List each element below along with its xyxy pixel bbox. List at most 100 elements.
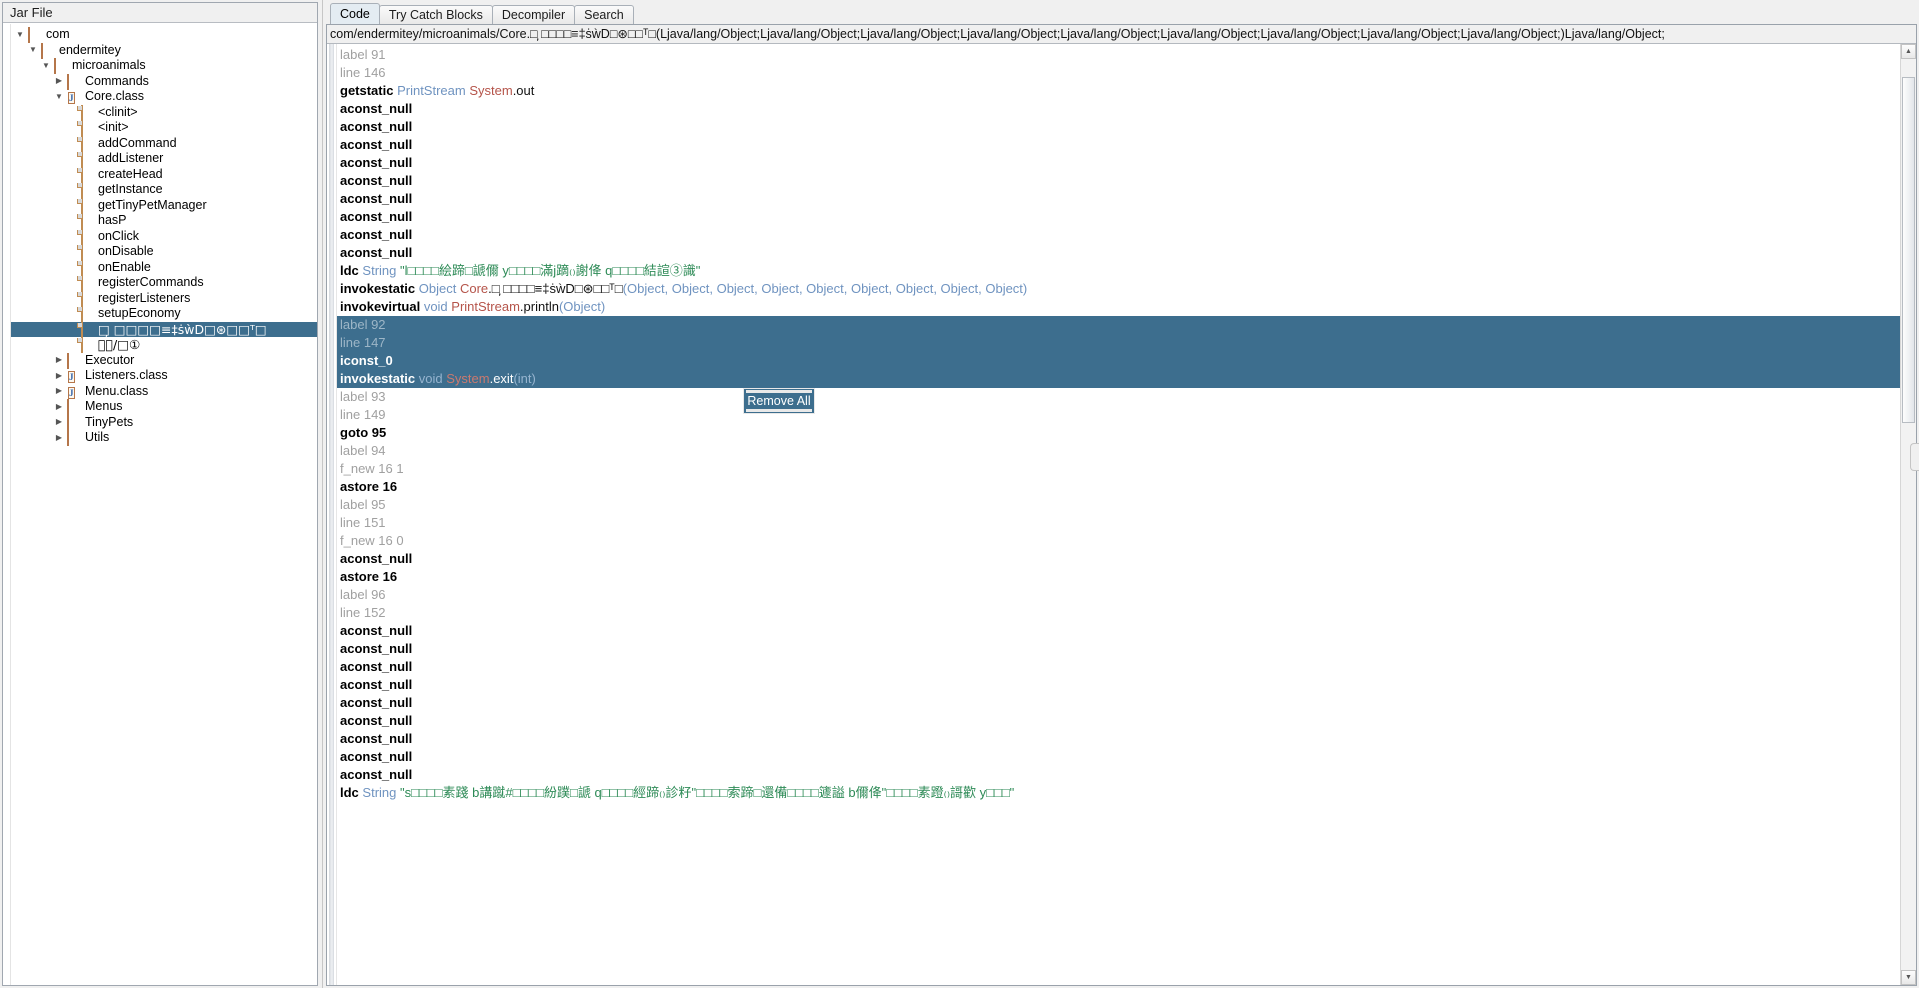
tree-node-onclick[interactable]: ▶onClick — [11, 229, 317, 245]
tree-node-core.class[interactable]: ▼ J Core.class — [11, 89, 317, 105]
tree-node-registercommands[interactable]: ▶registerCommands — [11, 275, 317, 292]
tree-node-getinstance[interactable]: ▶getInstance — [11, 182, 317, 199]
bytecode-line[interactable]: aconst_null — [337, 730, 1916, 748]
chevron-down-icon[interactable]: ▼ — [52, 92, 66, 101]
bytecode-line[interactable]: aconst_null — [337, 190, 1916, 208]
bytecode-instruction-area[interactable]: label 91 line 146 getstatic PrintStream Sy… — [327, 44, 1916, 985]
tab-search[interactable]: Search — [574, 5, 634, 24]
chevron-right-icon[interactable]: ▶ — [52, 387, 66, 395]
tree-node-ondisable[interactable]: ▶onDisable — [11, 244, 317, 261]
scroll-up-arrow[interactable]: ▲ — [1901, 44, 1916, 59]
bytecode-line[interactable]: aconst_null — [337, 118, 1916, 136]
bytecode-line[interactable]: line 152 — [337, 604, 1916, 622]
tab-code[interactable]: Code — [330, 3, 380, 24]
scrollbar-track[interactable] — [1901, 59, 1916, 970]
chevron-down-icon[interactable]: ▼ — [26, 46, 40, 54]
panel-splitter[interactable] — [320, 0, 326, 988]
jar-tree-scroll[interactable]: ▼ com ▼ endermitey ▼ microanimals ▶ Commands ▼ J C… — [3, 23, 317, 985]
tree-node-<clinit>[interactable]: ▶<clinit> — [11, 105, 317, 121]
bytecode-line[interactable]: astore 16 — [337, 568, 1916, 586]
bytecode-line[interactable]: getstatic PrintStream System.out — [337, 82, 1916, 100]
bytecode-instruction-list[interactable]: label 91 line 146 getstatic PrintStream Sy… — [337, 44, 1916, 985]
remove-all-popup[interactable]: Remove All — [743, 388, 815, 414]
tree-node-setupeconomy[interactable]: ▶setupEconomy — [11, 306, 317, 323]
tree-node--[interactable]: ▶⒫ྤ/□① — [11, 337, 317, 354]
bytecode-line[interactable]: label 93 — [337, 388, 1916, 406]
bytecode-line[interactable]: iconst_0 — [337, 352, 1916, 370]
chevron-right-icon[interactable]: ▶ — [52, 402, 66, 411]
bytecode-line[interactable]: aconst_null — [337, 136, 1916, 154]
tree-node-menu.class[interactable]: ▶ J Menu.class — [11, 384, 317, 400]
bytecode-line[interactable]: label 92 — [337, 316, 1916, 334]
bytecode-line[interactable]: aconst_null — [337, 766, 1916, 784]
tree-node-addcommand[interactable]: ▶addCommand — [11, 136, 317, 152]
tree-node-endermitey[interactable]: ▼ endermitey — [11, 43, 317, 59]
chevron-right-icon[interactable]: ▶ — [52, 418, 66, 426]
tree-node-label: onClick — [98, 228, 139, 243]
tree-node-label: □̦̦ □□□□≡‡ṡẁD□⊛□□ᵀ□ — [98, 321, 267, 337]
bytecode-line[interactable]: aconst_null — [337, 748, 1916, 766]
tree-node-addlistener[interactable]: ▶addListener — [11, 151, 317, 168]
bytecode-line[interactable]: aconst_null — [337, 226, 1916, 244]
tree-node-utils[interactable]: ▶ Utils — [11, 430, 317, 447]
bytecode-line[interactable]: label 91 — [337, 46, 1916, 64]
bytecode-line[interactable]: aconst_null — [337, 676, 1916, 694]
bytecode-line[interactable]: invokevirtual void PrintStream.println(O… — [337, 298, 1916, 316]
tree-node-tinypets[interactable]: ▶ TinyPets — [11, 415, 317, 431]
chevron-down-icon[interactable]: ▼ — [13, 30, 27, 39]
tree-node-com[interactable]: ▼ com — [11, 27, 317, 44]
bytecode-line[interactable]: aconst_null — [337, 244, 1916, 262]
bytecode-line[interactable]: aconst_null — [337, 550, 1916, 568]
bytecode-line[interactable]: aconst_null — [337, 640, 1916, 658]
bytecode-line[interactable]: invokestatic void System.exit(int) — [337, 370, 1916, 388]
bytecode-line[interactable]: invokestatic Object Core.□̦̦ □□□□≡‡ṡẁD□⊛… — [337, 280, 1916, 298]
bytecode-line[interactable]: aconst_null — [337, 100, 1916, 118]
bytecode-line[interactable]: f_new 16 1 — [337, 460, 1916, 478]
tree-node-registerlisteners[interactable]: ▶registerListeners — [11, 291, 317, 307]
code-view-tabbar[interactable]: Code Try Catch Blocks Decompiler Search — [326, 2, 1917, 24]
code-vertical-scrollbar[interactable]: ▲ ▼ — [1900, 44, 1916, 985]
chevron-right-icon[interactable]: ▶ — [52, 433, 66, 442]
tree-node-hasp[interactable]: ▶hasP — [11, 213, 317, 230]
chevron-right-icon[interactable]: ▶ — [52, 371, 66, 380]
tree-node-menus[interactable]: ▶ Menus — [11, 399, 317, 416]
scroll-down-arrow[interactable]: ▼ — [1901, 970, 1916, 985]
tree-node-<init>[interactable]: ▶<init> — [11, 120, 317, 137]
bytecode-line[interactable]: aconst_null — [337, 712, 1916, 730]
bytecode-line[interactable]: f_new 16 0 — [337, 532, 1916, 550]
chevron-right-icon[interactable]: ▶ — [52, 356, 66, 364]
tree-node-listeners.class[interactable]: ▶ J Listeners.class — [11, 368, 317, 384]
bytecode-line[interactable]: line 151 — [337, 514, 1916, 532]
scrollbar-thumb[interactable] — [1902, 77, 1915, 424]
bytecode-line[interactable]: line 149 — [337, 406, 1916, 424]
jar-tree[interactable]: ▼ com ▼ endermitey ▼ microanimals ▶ Commands ▼ J C… — [11, 24, 317, 985]
bytecode-line[interactable]: ldc String "s□□□□素踐 b講蹴#□□□□紛蹼□謕 q□□□□經蹄… — [337, 784, 1916, 802]
bytecode-line[interactable]: line 146 — [337, 64, 1916, 82]
bytecode-line[interactable]: ldc String "l□□□□絵蹄□謕儞 y□□□□滿j蹢₍₎謝佭 q□□□… — [337, 262, 1916, 280]
tree-node-microanimals[interactable]: ▼ microanimals — [11, 58, 317, 75]
tree-node-gettinypetmanager[interactable]: ▶getTinyPetManager — [11, 198, 317, 214]
bytecode-line[interactable]: line 147 — [337, 334, 1916, 352]
tree-node-commands[interactable]: ▶ Commands — [11, 74, 317, 90]
tab-decompiler[interactable]: Decompiler — [491, 5, 576, 24]
tab-try-catch-blocks[interactable]: Try Catch Blocks — [378, 5, 493, 24]
bytecode-line[interactable]: goto 95 — [337, 424, 1916, 442]
bytecode-line[interactable]: label 95 — [337, 496, 1916, 514]
bytecode-line[interactable]: astore 16 — [337, 478, 1916, 496]
bytecode-line[interactable]: aconst_null — [337, 172, 1916, 190]
bytecode-line[interactable]: label 96 — [337, 586, 1916, 604]
tree-node--d-[interactable]: ▶□̦̦ □□□□≡‡ṡẁD□⊛□□ᵀ□ — [11, 321, 317, 338]
tree-node-executor[interactable]: ▶ Executor — [11, 353, 317, 369]
bytecode-line[interactable]: aconst_null — [337, 658, 1916, 676]
bytecode-line[interactable]: aconst_null — [337, 694, 1916, 712]
remove-all-menu-item[interactable]: Remove All — [744, 393, 814, 409]
window-edge-handle[interactable] — [1910, 443, 1919, 471]
chevron-down-icon[interactable]: ▼ — [39, 61, 53, 70]
tree-node-onenable[interactable]: ▶onEnable — [11, 260, 317, 276]
tree-node-createhead[interactable]: ▶createHead — [11, 167, 317, 183]
bytecode-line[interactable]: aconst_null — [337, 208, 1916, 226]
bytecode-line[interactable]: aconst_null — [337, 622, 1916, 640]
bytecode-line[interactable]: aconst_null — [337, 154, 1916, 172]
chevron-right-icon[interactable]: ▶ — [52, 77, 66, 85]
bytecode-line[interactable]: label 94 — [337, 442, 1916, 460]
